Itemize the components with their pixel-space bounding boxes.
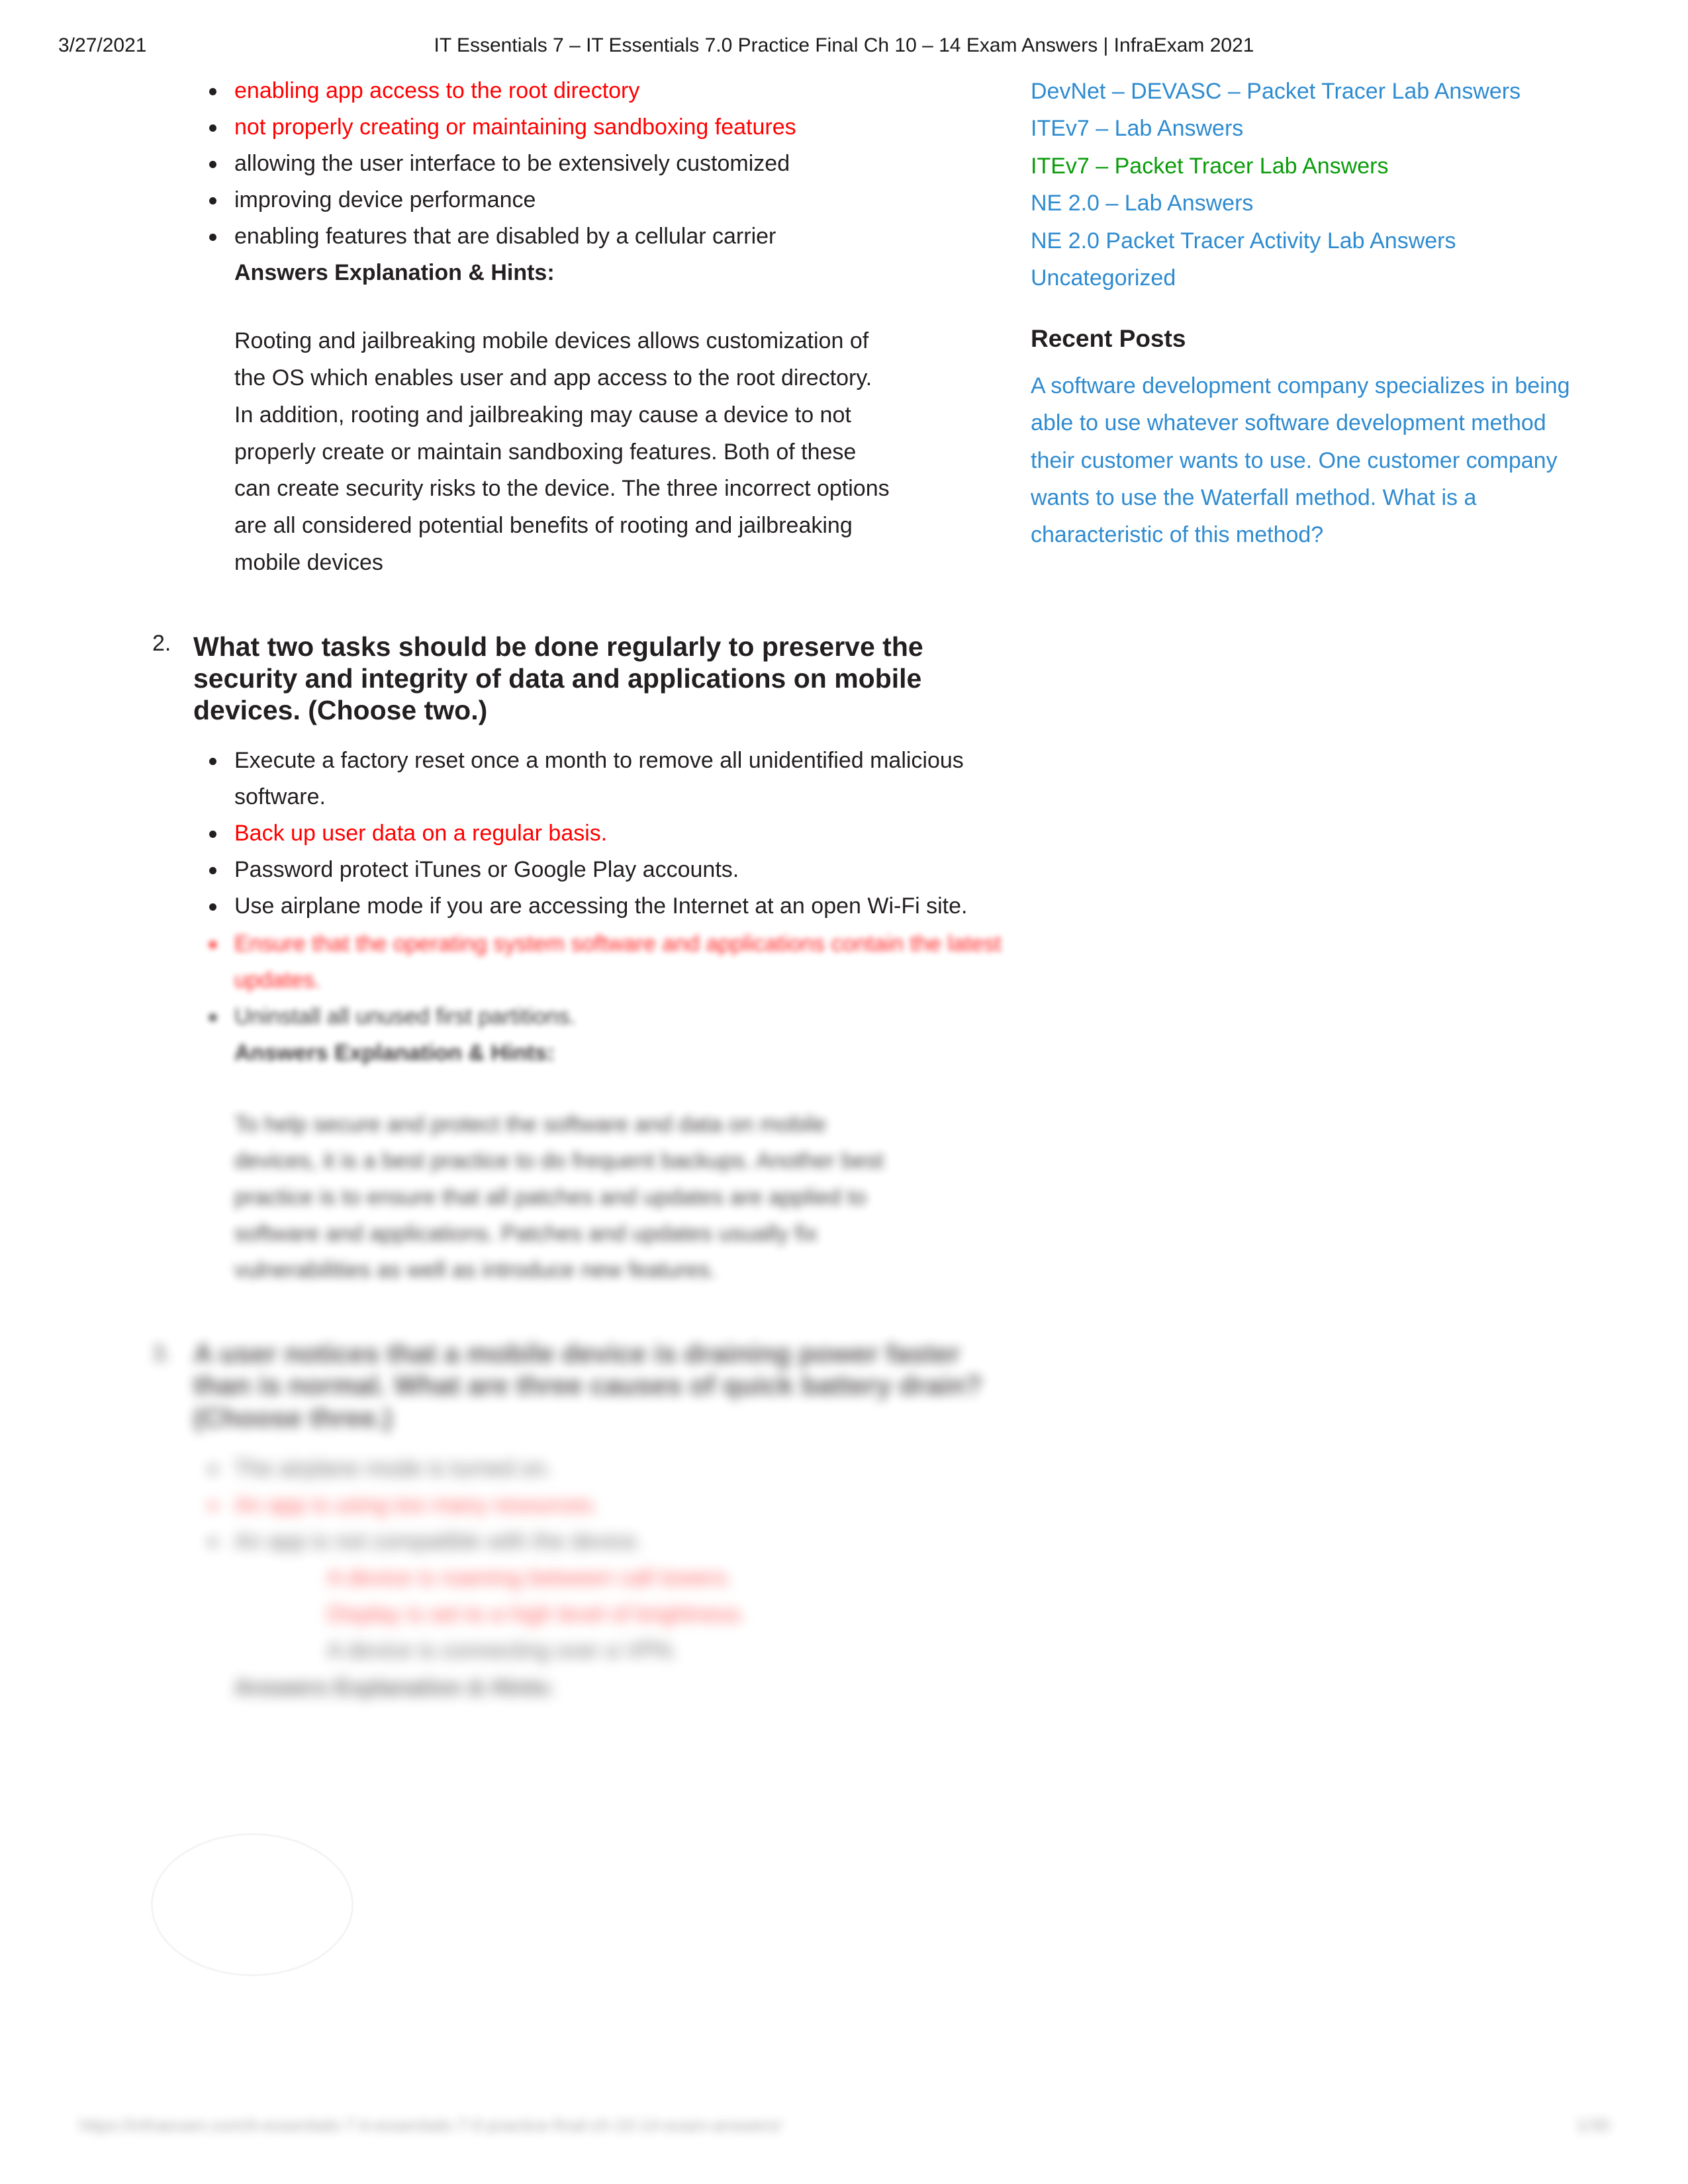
answer-option[interactable]: An app is using too many resources. — [209, 1487, 1016, 1524]
print-footer: https://infraexam.com/it-essentials-7-it… — [0, 2115, 1688, 2144]
question-3-answer-list: The airplane mode is turned on. An app i… — [152, 1451, 1016, 1706]
answer-option[interactable]: An app is not compatible with the device… — [209, 1524, 1016, 1560]
recent-post-link[interactable]: A software development company specializ… — [1031, 367, 1580, 554]
answer-option[interactable]: The airplane mode is turned on. — [209, 1451, 1016, 1487]
question-3: 3. A user notices that a mobile device i… — [152, 1338, 1016, 1433]
answer-option[interactable]: enabling app access to the root director… — [209, 73, 1016, 109]
answer-option[interactable]: Display is set to a high level of bright… — [327, 1596, 1016, 1633]
question-2-blurred-explanation: To help secure and protect the software … — [152, 1107, 896, 1289]
answer-option[interactable]: Use airplane mode if you are accessing t… — [209, 888, 1016, 925]
category-link[interactable]: DevNet – DEVASC – Packet Tracer Lab Answ… — [1031, 79, 1521, 104]
answer-option[interactable]: enabling features that are disabled by a… — [209, 218, 1016, 255]
question-text: What two tasks should be done regularly … — [193, 631, 923, 726]
answer-option[interactable]: Back up user data on a regular basis. — [209, 815, 1016, 852]
main-content-column: enabling app access to the root director… — [152, 73, 1016, 1706]
sidebar-item-uncategorized[interactable]: Uncategorized — [1031, 259, 1580, 296]
answers-explanation-label: Answers Explanation & Hints: — [234, 260, 555, 286]
answer-option[interactable]: Ensure that the operating system softwar… — [209, 926, 1016, 999]
question-2: 2. What two tasks should be done regular… — [152, 631, 1016, 727]
printed-page: 3/27/2021 IT Essentials 7 – IT Essential… — [0, 0, 1688, 2184]
print-footer-page-number: 1/30 — [1576, 2115, 1610, 2135]
question-text-wrapper: 3. A user notices that a mobile device i… — [152, 1338, 1016, 1433]
sidebar-item-itev7-lab-answers[interactable]: ITEv7 – Lab Answers — [1031, 110, 1580, 147]
answer-option[interactable]: Execute a factory reset once a month to … — [209, 743, 1016, 815]
answers-explanation-label: Answers Explanation & Hints: — [234, 1674, 555, 1700]
question-2-answer-list: Execute a factory reset once a month to … — [152, 743, 1016, 925]
answer-option[interactable]: A device is roaming between call towers. — [327, 1560, 1016, 1596]
question-text: A user notices that a mobile device is d… — [193, 1338, 982, 1433]
sidebar-item-ne20-packet-tracer[interactable]: NE 2.0 Packet Tracer Activity Lab Answer… — [1031, 222, 1580, 259]
category-link[interactable]: NE 2.0 – Lab Answers — [1031, 191, 1253, 216]
answer-option[interactable]: not properly creating or maintaining san… — [209, 109, 1016, 146]
question-2-blurred-answers: Ensure that the operating system softwar… — [152, 926, 1016, 1071]
print-footer-url: https://infraexam.com/it-essentials-7-it… — [79, 2115, 782, 2135]
answers-explanation-body: To help secure and protect the software … — [234, 1111, 884, 1283]
answers-explanation-label: Answers Explanation & Hints: — [234, 1040, 555, 1066]
category-link[interactable]: ITEv7 – Packet Tracer Lab Answers — [1031, 154, 1388, 179]
category-link[interactable]: NE 2.0 Packet Tracer Activity Lab Answer… — [1031, 228, 1456, 253]
answer-option[interactable]: improving device performance — [209, 182, 1016, 218]
category-link[interactable]: ITEv7 – Lab Answers — [1031, 116, 1243, 141]
sidebar-item-devnet-devasc[interactable]: DevNet – DEVASC – Packet Tracer Lab Answ… — [1031, 73, 1580, 110]
category-link[interactable]: Uncategorized — [1031, 265, 1176, 291]
category-link-list: DevNet – DEVASC – Packet Tracer Lab Answ… — [1031, 73, 1580, 297]
answer-option[interactable]: allowing the user interface to be extens… — [209, 146, 1016, 182]
answer-option[interactable]: Uninstall all unused first partitions. — [209, 999, 1016, 1035]
sidebar-item-itev7-packet-tracer[interactable]: ITEv7 – Packet Tracer Lab Answers — [1031, 148, 1580, 185]
answer-option[interactable]: A device is connecting over a VPN. — [327, 1633, 1016, 1669]
question-1-answer-list: enabling app access to the root director… — [152, 73, 1016, 255]
sidebar: DevNet – DEVASC – Packet Tracer Lab Answ… — [1031, 73, 1580, 554]
question-number: 3. — [152, 1340, 171, 1366]
recent-posts-heading: Recent Posts — [1031, 324, 1186, 352]
sidebar-item-ne20-lab-answers[interactable]: NE 2.0 – Lab Answers — [1031, 185, 1580, 222]
question-number: 2. — [152, 630, 171, 656]
print-header: 3/27/2021 IT Essentials 7 – IT Essential… — [0, 34, 1688, 65]
answer-option[interactable]: Password protect iTunes or Google Play a… — [209, 852, 1016, 888]
answers-explanation-body: Rooting and jailbreaking mobile devices … — [234, 328, 890, 575]
page-title: IT Essentials 7 – IT Essentials 7.0 Prac… — [434, 34, 1254, 56]
scan-glare-artifact — [151, 1833, 353, 1976]
